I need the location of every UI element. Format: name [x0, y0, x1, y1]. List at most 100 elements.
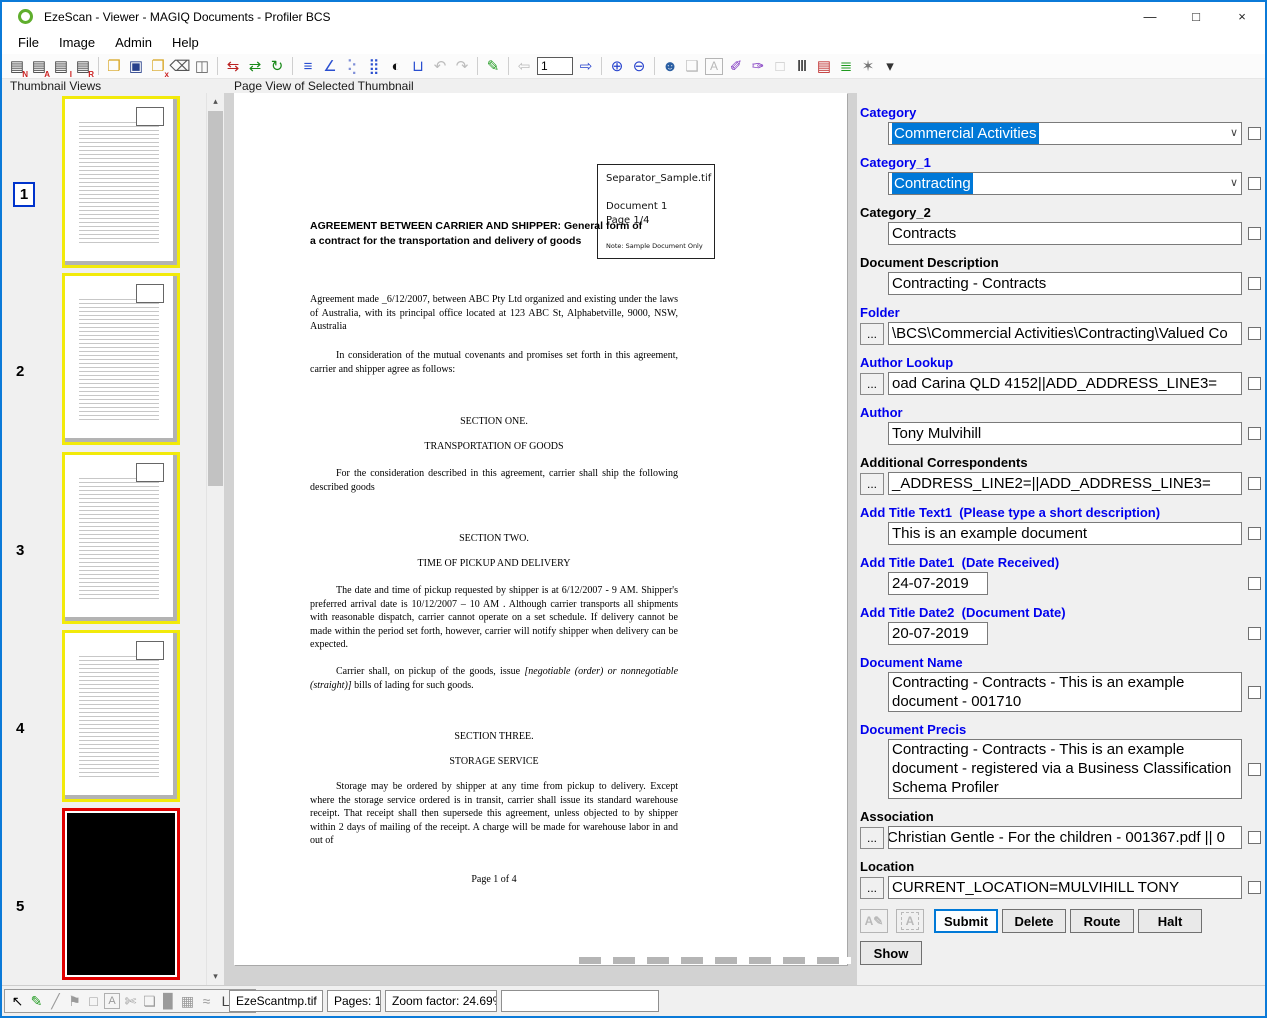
- barcode-icon[interactable]: Ⅲ: [791, 56, 813, 77]
- scan-replace-icon[interactable]: ▤R: [72, 56, 94, 77]
- field-checkbox[interactable]: [1248, 881, 1261, 894]
- browse-button[interactable]: ...: [860, 877, 884, 899]
- scrollbar-thumb[interactable]: [208, 111, 223, 486]
- document-page[interactable]: Separator_Sample.tif Document 1 Page 1/4…: [234, 93, 847, 965]
- author-input[interactable]: oad Carina QLD 4152||ADD_ADDRESS_LINE3=: [888, 372, 1242, 395]
- deskew-icon[interactable]: ∠: [319, 56, 341, 77]
- menu-help[interactable]: Help: [162, 32, 209, 54]
- zoom-in-icon[interactable]: ⊕: [606, 56, 628, 77]
- submit-button[interactable]: Submit: [934, 909, 998, 933]
- thumbnail-page-5[interactable]: [62, 808, 180, 980]
- trash-icon[interactable]: ⌫: [169, 56, 191, 77]
- zoom-out-icon[interactable]: ⊖: [628, 56, 650, 77]
- redo-icon[interactable]: ↷: [451, 56, 473, 77]
- browse-button[interactable]: ...: [860, 473, 884, 495]
- dropdown-caret-icon[interactable]: ▾: [879, 56, 901, 77]
- folder-input[interactable]: \BCS\Commercial Activities\Contracting\V…: [888, 322, 1242, 345]
- category2-input[interactable]: Contracts: [888, 222, 1242, 245]
- lasso-tool-icon[interactable]: ≈: [197, 990, 216, 1012]
- thumbnail-list-icon[interactable]: ≡: [297, 56, 319, 77]
- pointer-tool-icon[interactable]: ↖: [8, 990, 27, 1012]
- menu-image[interactable]: Image: [49, 32, 105, 54]
- maximize-button[interactable]: □: [1173, 2, 1219, 32]
- category1-input[interactable]: Contracting∨: [888, 172, 1242, 195]
- undo-icon[interactable]: ↶: [429, 56, 451, 77]
- despeckle-heavy-icon[interactable]: ⣿: [363, 56, 385, 77]
- scroll-down-icon[interactable]: ▾: [207, 968, 224, 985]
- field-checkbox[interactable]: [1248, 327, 1261, 340]
- field-checkbox[interactable]: [1248, 627, 1261, 640]
- field-checkbox[interactable]: [1248, 277, 1261, 290]
- scan-append-icon[interactable]: ▤A: [28, 56, 50, 77]
- rectangle-tool-icon[interactable]: □: [84, 990, 103, 1012]
- chevron-down-icon[interactable]: ∨: [1230, 123, 1238, 144]
- field-checkbox[interactable]: [1248, 577, 1261, 590]
- print-icon[interactable]: ◫: [191, 56, 213, 77]
- selection-area-icon[interactable]: □: [769, 56, 791, 77]
- move-page-right-icon[interactable]: ⇄: [244, 56, 266, 77]
- field-checkbox[interactable]: [1248, 527, 1261, 540]
- ocr-text-icon[interactable]: A: [705, 58, 723, 75]
- show-button[interactable]: Show: [860, 941, 922, 965]
- pencil-tool-icon[interactable]: ╱: [46, 990, 65, 1012]
- user-profile-icon[interactable]: ☻: [659, 56, 681, 77]
- menu-file[interactable]: File: [8, 32, 49, 54]
- note-icon[interactable]: ▤: [813, 56, 835, 77]
- field-checkbox[interactable]: [1248, 227, 1261, 240]
- scan-insert-icon[interactable]: ▤I: [50, 56, 72, 77]
- field-checkbox[interactable]: [1248, 831, 1261, 844]
- browse-button[interactable]: ...: [860, 373, 884, 395]
- add-input[interactable]: 24-07-2019: [888, 572, 988, 595]
- prev-page-icon[interactable]: ⇦: [513, 56, 535, 77]
- halt-button[interactable]: Halt: [1138, 909, 1202, 933]
- document-input[interactable]: Contracting - Contracts - This is an exa…: [888, 739, 1242, 799]
- minimize-button[interactable]: —: [1127, 2, 1173, 32]
- association-input[interactable]: Christian Gentle - For the children - 00…: [888, 826, 1242, 849]
- add-input[interactable]: This is an example document: [888, 522, 1242, 545]
- category-input[interactable]: Commercial Activities∨: [888, 122, 1242, 145]
- thumbnail-scrollbar[interactable]: ▴ ▾: [206, 93, 223, 985]
- field-checkbox[interactable]: [1248, 177, 1261, 190]
- highlighter-tool-icon[interactable]: ✎: [27, 990, 46, 1012]
- add-input[interactable]: 20-07-2019: [888, 622, 988, 645]
- save-icon[interactable]: ▣: [125, 56, 147, 77]
- route-button[interactable]: Route: [1070, 909, 1134, 933]
- field-checkbox[interactable]: [1248, 686, 1261, 699]
- field-checkbox[interactable]: [1248, 377, 1261, 390]
- thumbnail-page-2[interactable]: [62, 273, 180, 445]
- field-checkbox[interactable]: [1248, 763, 1261, 776]
- next-page-icon[interactable]: ⇨: [575, 56, 597, 77]
- select-text-button[interactable]: A: [896, 909, 924, 933]
- additional-input[interactable]: _ADDRESS_LINE2=||ADD_ADDRESS_LINE3=: [888, 472, 1242, 495]
- cut-tool-icon[interactable]: ✄: [121, 990, 140, 1012]
- menu-admin[interactable]: Admin: [105, 32, 162, 54]
- rotate-page-icon[interactable]: ↻: [266, 56, 288, 77]
- field-checkbox[interactable]: [1248, 427, 1261, 440]
- delete-file-icon[interactable]: ❐x: [147, 56, 169, 77]
- browse-button[interactable]: ...: [860, 827, 884, 849]
- highlighter-icon[interactable]: ✎: [482, 56, 504, 77]
- select-flag-tool-icon[interactable]: ⚑: [65, 990, 84, 1012]
- delete-button[interactable]: Delete: [1002, 909, 1066, 933]
- field-checkbox[interactable]: [1248, 127, 1261, 140]
- thumbnail-page-4[interactable]: [62, 630, 180, 802]
- stamp-tool-icon[interactable]: ❏: [140, 990, 159, 1012]
- close-button[interactable]: ×: [1219, 2, 1265, 32]
- document-input[interactable]: Contracting - Contracts - This is an exa…: [888, 672, 1242, 712]
- magic-wand-icon[interactable]: ✶: [857, 56, 879, 77]
- open-file-icon[interactable]: ❐: [103, 56, 125, 77]
- adjustments-icon[interactable]: ≣: [835, 56, 857, 77]
- text-tool-icon[interactable]: A: [104, 993, 120, 1009]
- despeckle-light-icon[interactable]: ⢕: [341, 56, 363, 77]
- location-input[interactable]: CURRENT_LOCATION=MULVIHILL TONY: [888, 876, 1242, 899]
- fill-tool-icon[interactable]: ▉: [159, 990, 178, 1012]
- marker-pen-icon[interactable]: ✐: [725, 56, 747, 77]
- document-input[interactable]: Contracting - Contracts: [888, 272, 1242, 295]
- pattern-tool-icon[interactable]: ▦: [178, 990, 197, 1012]
- copy-page-icon[interactable]: ❑: [681, 56, 703, 77]
- annotate-text-button[interactable]: A✎: [860, 909, 888, 933]
- crop-icon[interactable]: ⊔: [407, 56, 429, 77]
- author-input[interactable]: Tony Mulvihill: [888, 422, 1242, 445]
- scan-new-icon[interactable]: ▤N: [6, 56, 28, 77]
- chevron-down-icon[interactable]: ∨: [1230, 173, 1238, 194]
